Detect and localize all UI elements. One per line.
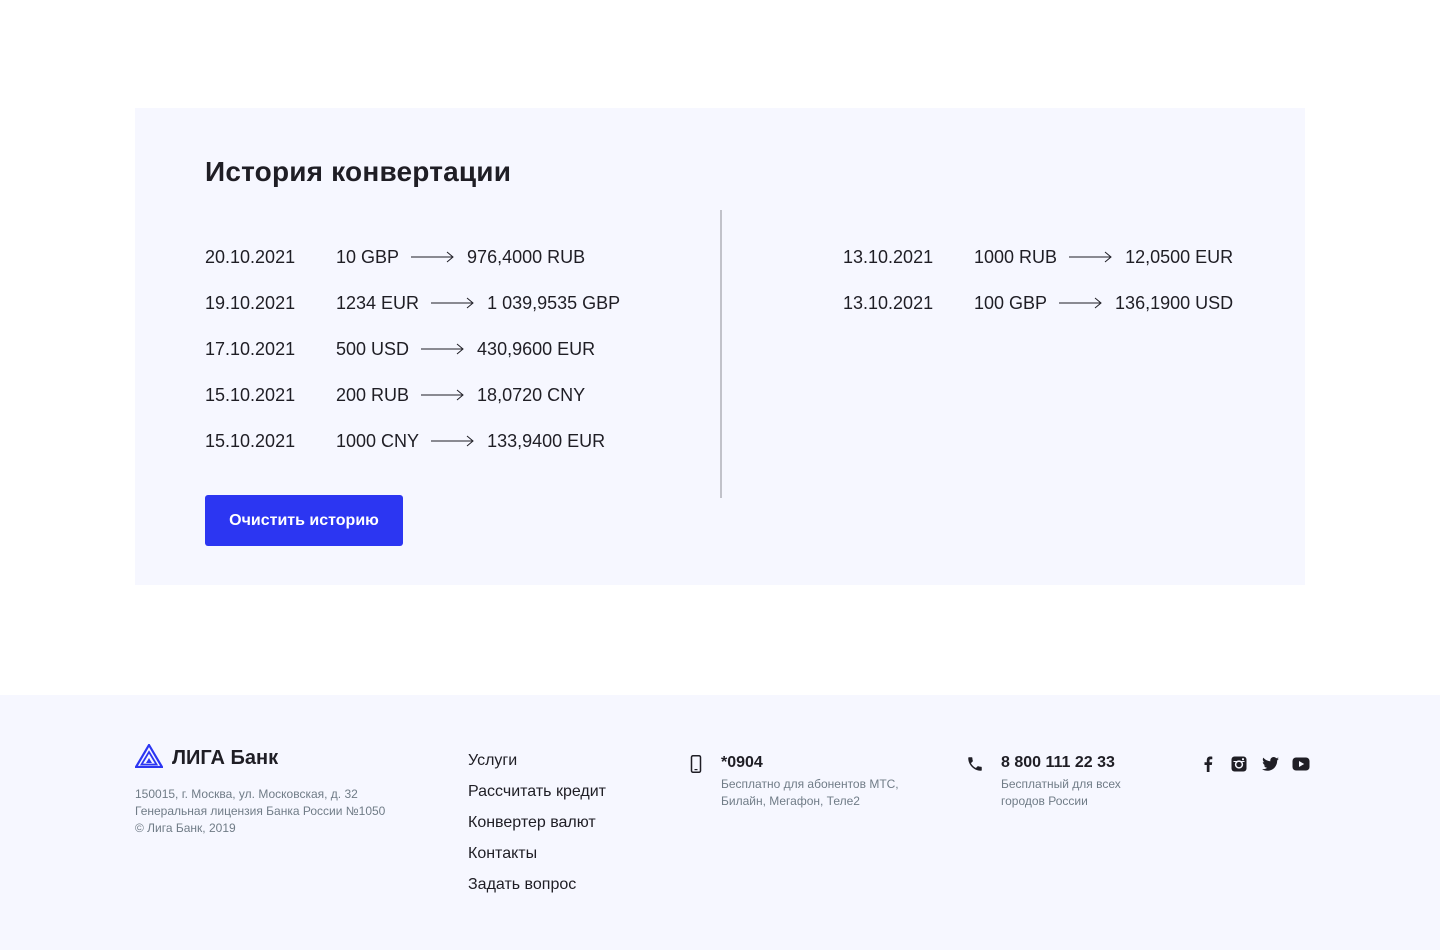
twitter-icon[interactable] — [1261, 755, 1279, 773]
instagram-icon[interactable] — [1230, 755, 1248, 773]
license-line: Генеральная лицензия Банка России №1050 — [135, 804, 386, 818]
row-date: 20.10.2021 — [205, 246, 296, 267]
logo[interactable]: ЛИГА Банк — [134, 742, 279, 773]
nav-link-converter[interactable]: Конвертер валют — [468, 813, 606, 844]
history-row: 20.10.2021 10 GBP 976,4000 RUB — [205, 234, 620, 280]
history-title: История конвертации — [205, 156, 512, 187]
arrow-right-icon — [1059, 297, 1103, 309]
row-from-amount: 1000 CNY — [336, 430, 420, 451]
row-from-amount: 1234 EUR — [336, 292, 420, 313]
footer-nav: Услуги Рассчитать кредит Конвертер валют… — [468, 751, 606, 906]
history-list-right: 13.10.2021 1000 RUB 12,0500 EUR 13.10.20… — [843, 234, 1233, 326]
row-date: 17.10.2021 — [205, 338, 296, 359]
address-line: 150015, г. Москва, ул. Московская, д. 32 — [135, 787, 358, 801]
row-to-amount: 18,0720 CNY — [477, 384, 586, 405]
arrow-right-icon — [1069, 251, 1113, 263]
conversion-history: История конвертации 20.10.2021 10 GBP 97… — [135, 108, 1305, 585]
history-row: 19.10.2021 1234 EUR 1 039,9535 GBP — [205, 280, 620, 326]
row-date: 15.10.2021 — [205, 430, 296, 451]
row-from-amount: 1000 RUB — [974, 246, 1058, 267]
history-row: 13.10.2021 1000 RUB 12,0500 EUR — [843, 234, 1233, 280]
row-date: 13.10.2021 — [843, 292, 934, 313]
row-date: 15.10.2021 — [205, 384, 296, 405]
history-row: 17.10.2021 500 USD 430,9600 EUR — [205, 326, 620, 372]
row-to-amount: 976,4000 RUB — [467, 246, 586, 267]
nav-link-contacts[interactable]: Контакты — [468, 844, 606, 875]
row-date: 19.10.2021 — [205, 292, 296, 313]
logo-text: ЛИГА Банк — [172, 747, 279, 769]
row-date: 13.10.2021 — [843, 246, 934, 267]
arrow-right-icon — [421, 389, 465, 401]
history-row: 15.10.2021 1000 CNY 133,9400 EUR — [205, 418, 620, 464]
clear-history-button[interactable]: Очистить историю — [205, 495, 403, 546]
row-from-amount: 200 RUB — [336, 384, 410, 405]
row-to-amount: 430,9600 EUR — [477, 338, 596, 359]
row-to-amount: 1 039,9535 GBP — [487, 292, 621, 313]
row-from-amount: 10 GBP — [336, 246, 400, 267]
mobile-contact: *0904 Бесплатно для абонентов МТС, Билай… — [690, 753, 901, 810]
phone-contact: 8 800 111 22 33 Бесплатный для всех горо… — [966, 753, 1141, 810]
row-to-amount: 136,1900 USD — [1115, 292, 1234, 313]
nav-link-credit[interactable]: Рассчитать кредит — [468, 782, 606, 813]
bank-address: 150015, г. Москва, ул. Московская, д. 32… — [135, 786, 385, 837]
youtube-icon[interactable] — [1292, 755, 1310, 773]
nav-link-ask-question[interactable]: Задать вопрос — [468, 875, 606, 906]
nav-link-services[interactable]: Услуги — [468, 751, 606, 782]
history-row: 13.10.2021 100 GBP 136,1900 USD — [843, 280, 1233, 326]
history-list-left: 20.10.2021 10 GBP 976,4000 RUB 19.10.202… — [205, 234, 620, 464]
arrow-right-icon — [421, 343, 465, 355]
arrow-right-icon — [431, 435, 475, 447]
row-to-amount: 12,0500 EUR — [1125, 246, 1234, 267]
mobile-description: Бесплатно для абонентов МТС, Билайн, Мег… — [721, 777, 899, 808]
arrow-right-icon — [411, 251, 455, 263]
phone-description: Бесплатный для всех городов России — [1001, 777, 1121, 808]
social-links — [1199, 755, 1310, 773]
copyright-line: © Лига Банк, 2019 — [135, 821, 236, 835]
arrow-right-icon — [431, 297, 475, 309]
page-footer: ЛИГА Банк 150015, г. Москва, ул. Московс… — [0, 695, 1440, 950]
row-to-amount: 133,9400 EUR — [487, 430, 606, 451]
facebook-icon[interactable] — [1199, 755, 1217, 773]
history-row: 15.10.2021 200 RUB 18,0720 CNY — [205, 372, 620, 418]
column-divider — [720, 210, 722, 498]
mobile-icon — [690, 755, 702, 778]
logo-icon — [134, 742, 164, 773]
mobile-number[interactable]: *0904 — [721, 753, 901, 773]
row-from-amount: 100 GBP — [974, 292, 1048, 313]
phone-number[interactable]: 8 800 111 22 33 — [1001, 753, 1141, 773]
phone-icon — [966, 755, 984, 778]
row-from-amount: 500 USD — [336, 338, 410, 359]
